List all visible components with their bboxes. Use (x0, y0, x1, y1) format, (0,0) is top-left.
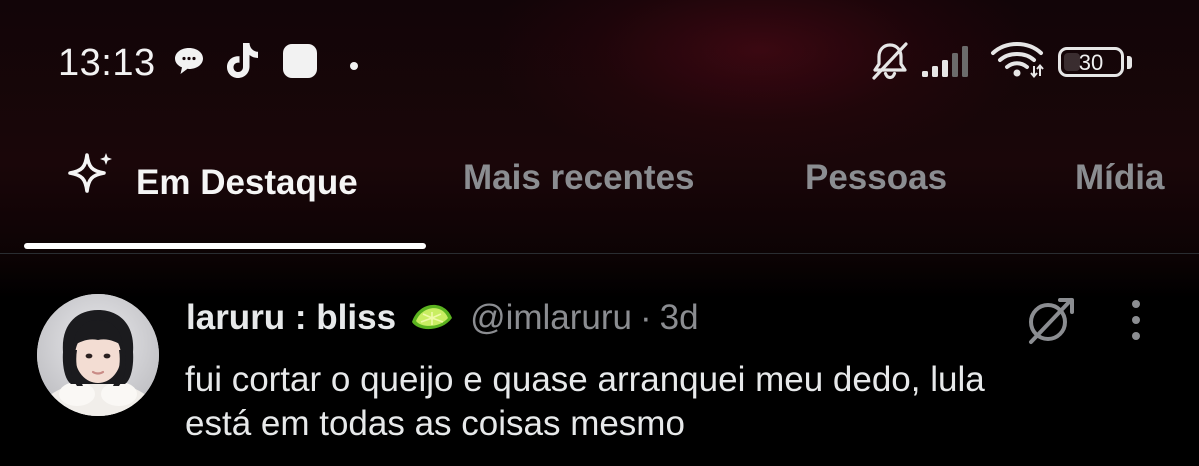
grok-icon[interactable] (1022, 292, 1078, 353)
active-tab-indicator (24, 243, 426, 249)
sparkle-icon (62, 150, 118, 215)
battery-icon: 30 (1058, 47, 1124, 77)
chat-bubble-icon (172, 45, 206, 82)
tab-mais-recentes[interactable]: Mais recentes (463, 158, 695, 198)
tweet-text: fui cortar o queijo e quase arranquei me… (185, 358, 1145, 446)
x-search-screen: 13:13 30 Em Destaque Mais recentes Pesso… (0, 0, 1199, 466)
lime-icon (408, 292, 456, 343)
battery-level-text: 30 (1078, 50, 1104, 75)
tweet-header: laruru : bliss @imlaruru · 3d (186, 292, 699, 343)
avatar[interactable] (37, 294, 159, 416)
status-bar: 13:13 30 (0, 0, 1199, 130)
user-handle[interactable]: @imlaruru (470, 298, 632, 338)
tweet-text-line: está em todas as coisas mesmo (185, 404, 685, 443)
signal-icon (920, 44, 978, 85)
display-name[interactable]: laruru : bliss (186, 298, 396, 338)
tab-midia[interactable]: Mídia (1075, 158, 1164, 198)
tab-label: Em Destaque (136, 162, 358, 202)
notification-dot-icon (349, 58, 359, 76)
battery-tip (1127, 56, 1132, 69)
more-options-icon[interactable] (1126, 298, 1146, 347)
status-time: 13:13 (58, 42, 156, 84)
tab-em-destaque[interactable]: Em Destaque (62, 150, 358, 215)
tweet-age[interactable]: 3d (660, 298, 699, 338)
tweet-text-line: fui cortar o queijo e quase arranquei me… (185, 360, 985, 399)
tweet[interactable]: laruru : bliss @imlaruru · 3d fui cortar… (0, 254, 1199, 466)
wifi-icon (990, 40, 1046, 85)
separator-dot: · (640, 297, 652, 337)
search-tabs: Em Destaque Mais recentes Pessoas Mídia (0, 140, 1199, 252)
tiktok-icon (224, 40, 260, 85)
app-square-icon (282, 43, 318, 84)
bell-muted-icon (868, 40, 912, 87)
tab-pessoas[interactable]: Pessoas (805, 158, 947, 198)
